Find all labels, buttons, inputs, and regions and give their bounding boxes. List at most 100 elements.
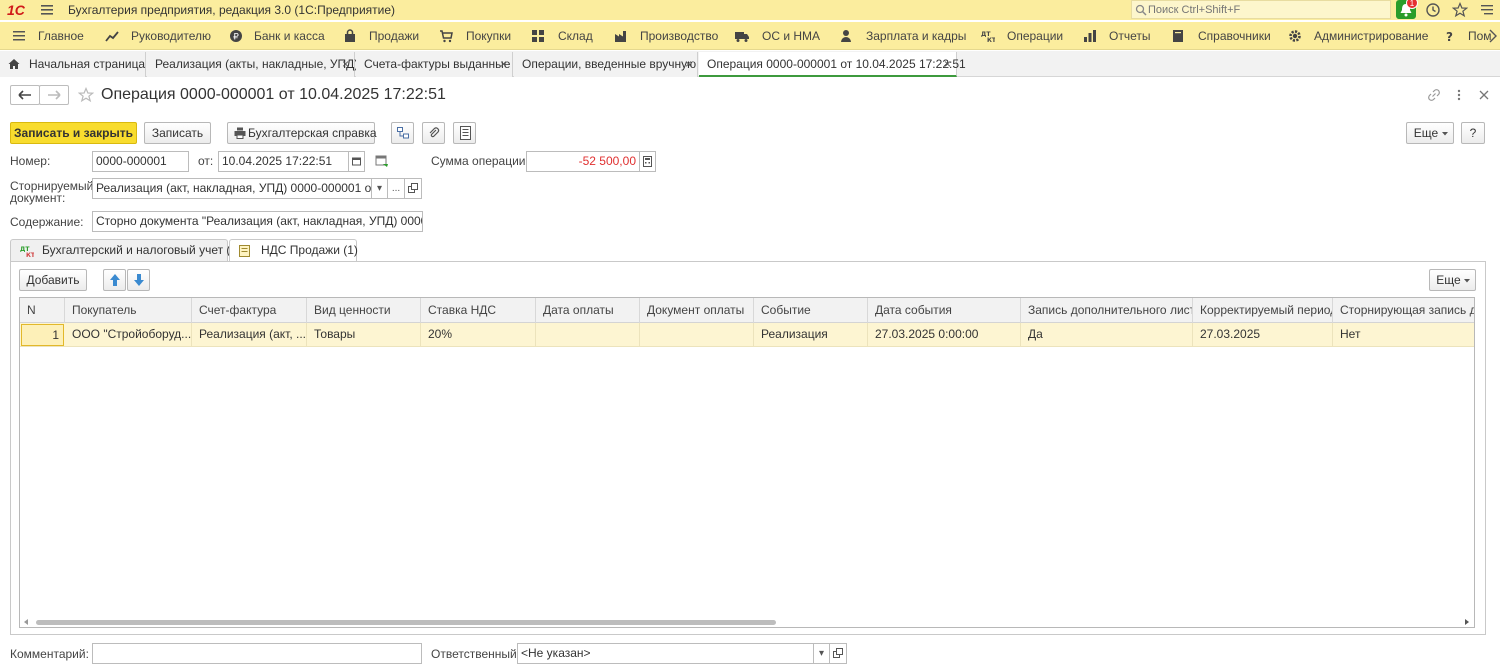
close-icon[interactable]: × [500,52,507,76]
column-header[interactable]: Дата события [868,298,1021,323]
tab-accounting[interactable]: ДТ КТ Бухгалтерский и налоговый учет (3) [10,239,241,262]
column-header[interactable]: Документ оплаты [640,298,754,323]
sections-scroll-right-icon[interactable] [1488,29,1498,43]
table-more-button[interactable]: Еще [1429,269,1476,291]
comment-field[interactable] [92,643,422,664]
document-list-button[interactable] [453,122,476,144]
move-up-button[interactable] [103,269,126,291]
close-icon[interactable]: × [342,52,349,76]
home-icon [8,58,20,70]
date-field[interactable]: 10.04.2025 17:22:51 [218,151,349,172]
factory-icon [614,29,628,43]
column-header[interactable]: Счет-фактура [192,298,307,323]
sum-field[interactable]: -52 500,00 [526,151,640,172]
additional-sheet-cell[interactable]: Да [1021,323,1193,347]
calendar-button[interactable] [348,151,365,172]
column-header[interactable]: Запись дополнительного листа [1021,298,1193,323]
accounting-report-button[interactable]: Бухгалтерская справка [227,122,377,144]
column-header[interactable]: Вид ценности [307,298,421,323]
table-row[interactable]: 1 ООО "Стройоборуд... Реализация (акт, .… [20,323,1474,347]
save-button[interactable]: Записать [144,122,211,144]
column-header[interactable]: Сторнирующая запись доп [1333,298,1474,323]
tab-vat-sales[interactable]: НДС Продажи (1) [229,239,358,263]
buyer-cell[interactable]: ООО "Стройоборуд... [65,323,192,347]
comment-label: Комментарий: [10,647,89,661]
search-input[interactable] [1148,1,1378,18]
scroll-right-icon[interactable] [1464,619,1469,625]
column-header[interactable]: Событие [754,298,868,323]
vat-sales-table[interactable]: N Покупатель Счет-фактура Вид ценности С… [19,297,1475,628]
add-row-button[interactable]: Добавить [19,269,87,291]
link-icon[interactable] [1427,88,1441,102]
move-down-button[interactable] [127,269,150,291]
responsible-field[interactable]: <Не указан> [517,643,815,664]
history-icon[interactable] [1425,2,1441,18]
coin-icon: ₽ [229,29,243,43]
app-logo[interactable]: 1С [7,1,25,19]
column-header[interactable]: Ставка НДС [421,298,536,323]
hierarchy-icon [397,127,409,139]
responsible-dropdown-button[interactable]: ▾ [813,643,830,664]
more-actions-icon[interactable] [1456,88,1462,102]
main-menu-icon[interactable] [40,3,54,17]
global-search[interactable] [1131,0,1391,19]
back-button[interactable] [10,85,40,105]
save-and-close-button[interactable]: Записать и закрыть [10,122,137,144]
structure-button[interactable] [391,122,414,144]
storno-select-button[interactable]: ... [387,178,405,199]
row-number-cell[interactable]: 1 [21,324,64,346]
payment-document-cell[interactable] [640,323,754,347]
close-icon[interactable]: × [685,52,692,76]
document-icon [239,245,251,257]
bar-chart-icon [1083,29,1097,43]
event-date-cell[interactable]: 27.03.2025 0:00:00 [868,323,1021,347]
value-type-cell[interactable]: Товары [307,323,421,347]
calculator-button[interactable] [639,151,656,172]
tab-sales-list[interactable]: Реализация (акты, накладные, УПД) × [147,52,358,77]
dt-kt-icon: ДТ КТ [20,244,34,258]
favorites-star-icon[interactable] [1452,2,1468,18]
close-form-icon[interactable] [1478,88,1490,102]
close-icon[interactable]: × [944,52,951,76]
form-title: Операция 0000-000001 от 10.04.2025 17:22… [101,86,446,103]
payment-date-cell[interactable] [536,323,640,347]
horizontal-scrollbar[interactable] [20,617,1474,627]
sections-panel: Главное Руководителю ₽ Банк и касса Прод… [0,22,1500,50]
storno-document-field[interactable]: Реализация (акт, накладная, УПД) 0000-00… [92,178,372,199]
settings-menu-icon[interactable] [1479,2,1495,18]
forward-button[interactable] [39,85,69,105]
tab-operation-current[interactable]: Операция 0000-000001 от 10.04.2025 17:22… [699,52,966,77]
favorite-star-icon[interactable] [78,87,94,103]
storno-open-button[interactable] [404,178,422,199]
form-more-button[interactable]: Еще [1406,122,1454,144]
tab-invoices[interactable]: Счета-фактуры выданные × [356,52,513,77]
grid-icon [531,29,545,43]
attach-button[interactable] [422,122,445,144]
svg-text:?: ? [1446,30,1453,43]
date-edit-icon[interactable] [375,154,389,168]
responsible-open-button[interactable] [829,643,847,664]
storno-dropdown-button[interactable]: ▾ [371,178,388,199]
scroll-left-icon[interactable] [24,619,29,625]
content-label: Содержание: [10,215,84,229]
event-cell[interactable]: Реализация [754,323,868,347]
invoice-cell[interactable]: Реализация (акт, ... [192,323,307,347]
column-header[interactable]: Покупатель [65,298,192,323]
person-icon [839,29,853,43]
number-label: Номер: [10,154,51,168]
tab-manual-operations[interactable]: Операции, введенные вручную × [514,52,698,77]
content-field[interactable]: Сторно документа "Реализация (акт, накла… [92,211,423,232]
app-title: Бухгалтерия предприятия, редакция 3.0 (1… [68,3,396,17]
number-field[interactable]: 0000-000001 [92,151,189,172]
scrollbar-thumb[interactable] [36,620,776,625]
column-header[interactable]: Дата оплаты [536,298,640,323]
vat-rate-cell[interactable]: 20% [421,323,536,347]
storno-entry-cell[interactable]: Нет [1333,323,1474,347]
column-header[interactable]: Корректируемый период [1193,298,1333,323]
chart-line-icon [105,29,119,43]
help-button[interactable]: ? [1461,122,1485,144]
printer-icon [234,127,246,139]
tab-home[interactable]: Начальная страница [0,52,146,77]
corrected-period-cell[interactable]: 27.03.2025 [1193,323,1333,347]
column-header[interactable]: N [20,298,65,323]
